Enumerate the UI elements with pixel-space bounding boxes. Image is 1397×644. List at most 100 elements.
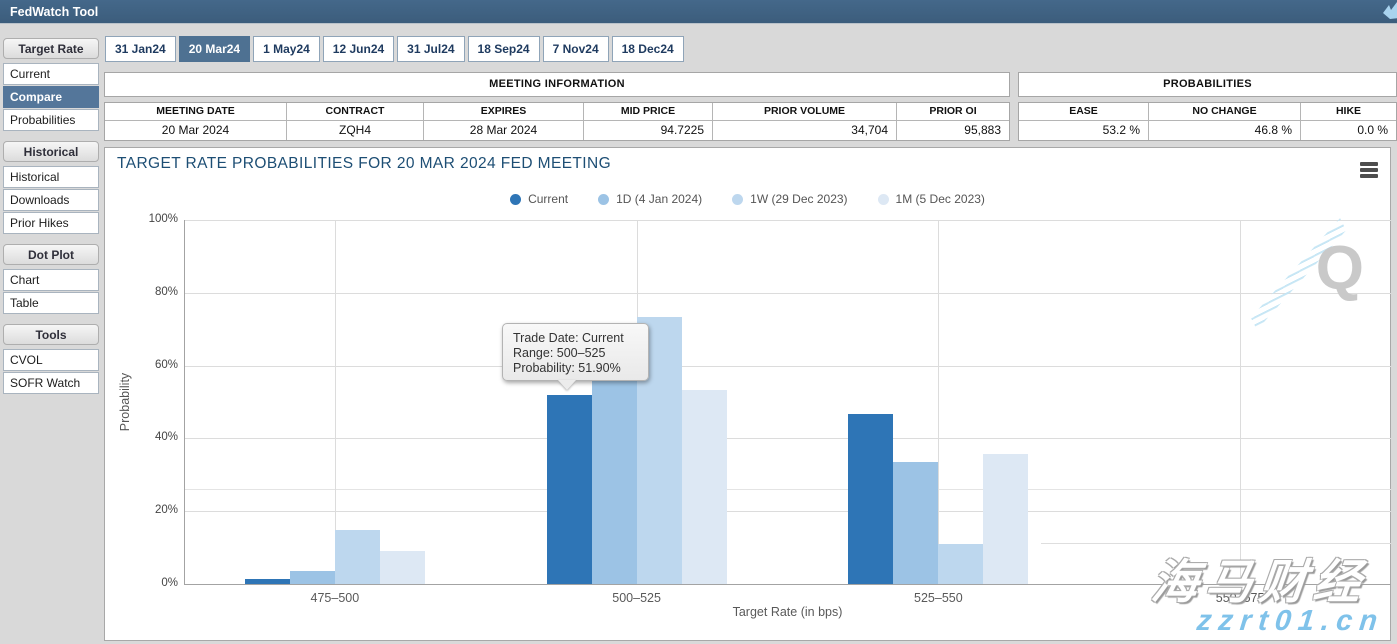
gridline-20 (184, 511, 1391, 512)
tooltip-line-2: Range: 500–525 (513, 346, 638, 361)
date-tab-1-may24[interactable]: 1 May24 (253, 36, 320, 62)
hover-guide-line (184, 489, 1391, 490)
cell-value-contract: ZQH4 (287, 121, 424, 140)
date-tab-7-nov24[interactable]: 7 Nov24 (543, 36, 609, 62)
bar-1d-4-jan-2024-475-500[interactable] (290, 571, 335, 584)
date-tab-18-sep24[interactable]: 18 Sep24 (468, 36, 540, 62)
chart-menu-icon[interactable] (1360, 162, 1378, 180)
column-header-meeting-date: MEETING DATE (105, 103, 287, 121)
cell-value-ease: 53.2 % (1019, 121, 1149, 140)
sidebar-item-cvol[interactable]: CVOL (3, 349, 99, 371)
sidebar-item-table[interactable]: Table (3, 292, 99, 314)
column-header-no-change: NO CHANGE (1149, 103, 1301, 121)
y-tick-100: 100% (118, 213, 178, 225)
column-header-mid-price: MID PRICE (584, 103, 713, 121)
date-tab-12-jun24[interactable]: 12 Jun24 (323, 36, 394, 62)
legend-item-1m-5-dec-2023[interactable]: 1M (5 Dec 2023) (878, 192, 985, 206)
legend-label: 1M (5 Dec 2023) (896, 192, 985, 206)
cell-value-hike: 0.0 % (1301, 121, 1396, 140)
sidebar-item-probabilities[interactable]: Probabilities (3, 109, 99, 131)
sidebar-item-prior-hikes[interactable]: Prior Hikes (3, 212, 99, 234)
legend-dot-1m-5-dec-2023 (878, 194, 889, 205)
probabilities-title: PROBABILITIES (1018, 72, 1397, 97)
cell-value-meeting-date: 20 Mar 2024 (105, 121, 287, 140)
bar-1m-5-dec-2023-500-525[interactable] (682, 390, 727, 584)
category-gridline-550-575 (1240, 220, 1241, 584)
header-corner-icon (1381, 1, 1397, 21)
bar-1d-4-jan-2024-500-525[interactable] (592, 351, 637, 584)
y-tick-20: 20% (118, 504, 178, 516)
legend-label: Current (528, 192, 568, 206)
bar-current-500-525[interactable] (547, 395, 592, 584)
sidebar: Target RateCurrentCompareProbabilitiesHi… (3, 38, 99, 395)
bar-1m-5-dec-2023-475-500[interactable] (380, 551, 425, 584)
legend-dot-1w-29-dec-2023 (732, 194, 743, 205)
y-tick-60: 60% (118, 359, 178, 371)
x-tick-500-525: 500–525 (577, 591, 697, 605)
y-tick-0: 0% (118, 577, 178, 589)
chart-title: TARGET RATE PROBABILITIES FOR 20 MAR 202… (117, 155, 611, 173)
tooltip-line-3: Probability: 51.90% (513, 361, 638, 376)
sidebar-item-sofr-watch[interactable]: SOFR Watch (3, 372, 99, 394)
bar-1d-4-jan-2024-525-550[interactable] (893, 462, 938, 584)
legend-label: 1W (29 Dec 2023) (750, 192, 847, 206)
legend-item-1w-29-dec-2023[interactable]: 1W (29 Dec 2023) (732, 192, 847, 206)
column-header-prior-oi: PRIOR OI (897, 103, 1009, 121)
watermark-line (1041, 543, 1391, 544)
app-title: FedWatch Tool (10, 0, 98, 24)
cell-value-mid-price: 94.7225 (584, 121, 713, 140)
sidebar-item-compare[interactable]: Compare (3, 86, 99, 108)
gridline-80 (184, 293, 1391, 294)
column-header-ease: EASE (1019, 103, 1149, 121)
chart-panel: TARGET RATE PROBABILITIES FOR 20 MAR 202… (104, 147, 1391, 641)
sidebar-item-downloads[interactable]: Downloads (3, 189, 99, 211)
gridline-60 (184, 366, 1391, 367)
sidebar-item-chart[interactable]: Chart (3, 269, 99, 291)
bar-1w-29-dec-2023-475-500[interactable] (335, 530, 380, 584)
sidebar-item-current[interactable]: Current (3, 63, 99, 85)
y-axis-line (184, 220, 185, 585)
chart-tooltip-pointer (558, 380, 576, 390)
x-tick-550-575: 550–575 (1180, 591, 1300, 605)
meeting-information-section: MEETING INFORMATION MEETING DATECONTRACT… (104, 72, 1010, 141)
chart-tooltip: Trade Date: CurrentRange: 500–525Probabi… (502, 323, 649, 381)
date-tab-31-jan24[interactable]: 31 Jan24 (105, 36, 176, 62)
meeting-information-title: MEETING INFORMATION (104, 72, 1010, 97)
probabilities-section: PROBABILITIES EASENO CHANGEHIKE 53.2 %46.… (1018, 72, 1397, 141)
column-header-hike: HIKE (1301, 103, 1396, 121)
column-header-expires: EXPIRES (424, 103, 584, 121)
column-header-prior-volume: PRIOR VOLUME (713, 103, 897, 121)
x-tick-475-500: 475–500 (275, 591, 395, 605)
probabilities-table: EASENO CHANGEHIKE 53.2 %46.8 %0.0 % (1018, 102, 1397, 141)
cell-value-expires: 28 Mar 2024 (424, 121, 584, 140)
tooltip-line-1: Trade Date: Current (513, 331, 638, 346)
cell-value-prior-oi: 95,883 (897, 121, 1009, 140)
sidebar-section-historical: Historical (3, 141, 99, 162)
q-logo-stripes (1229, 218, 1369, 330)
gridline-100 (184, 220, 1391, 221)
legend-dot-1d-4-jan-2024 (598, 194, 609, 205)
cell-value-prior-volume: 34,704 (713, 121, 897, 140)
sidebar-item-historical[interactable]: Historical (3, 166, 99, 188)
bar-1m-5-dec-2023-525-550[interactable] (983, 454, 1028, 584)
y-tick-80: 80% (118, 286, 178, 298)
meeting-information-table: MEETING DATECONTRACTEXPIRESMID PRICEPRIO… (104, 102, 1010, 141)
legend-item-current[interactable]: Current (510, 192, 568, 206)
date-tab-20-mar24[interactable]: 20 Mar24 (179, 36, 250, 62)
y-tick-40: 40% (118, 431, 178, 443)
date-tab-18-dec24[interactable]: 18 Dec24 (612, 36, 684, 62)
x-axis-label: Target Rate (in bps) (184, 605, 1391, 619)
sidebar-section-dot-plot: Dot Plot (3, 244, 99, 265)
gridline-40 (184, 438, 1391, 439)
cell-value-no-change: 46.8 % (1149, 121, 1301, 140)
x-tick-525-550: 525–550 (878, 591, 998, 605)
legend-item-1d-4-jan-2024[interactable]: 1D (4 Jan 2024) (598, 192, 702, 206)
bar-1w-29-dec-2023-525-550[interactable] (938, 544, 983, 584)
sidebar-section-tools: Tools (3, 324, 99, 345)
chart-legend: Current 1D (4 Jan 2024) 1W (29 Dec 2023) 1M… (105, 192, 1390, 206)
bar-current-525-550[interactable] (848, 414, 893, 584)
date-tabs: 31 Jan2420 Mar241 May2412 Jun2431 Jul241… (105, 36, 684, 63)
date-tab-31-jul24[interactable]: 31 Jul24 (397, 36, 464, 62)
q-logo-watermark: Q (1236, 231, 1376, 316)
app-header: FedWatch Tool (0, 0, 1397, 24)
